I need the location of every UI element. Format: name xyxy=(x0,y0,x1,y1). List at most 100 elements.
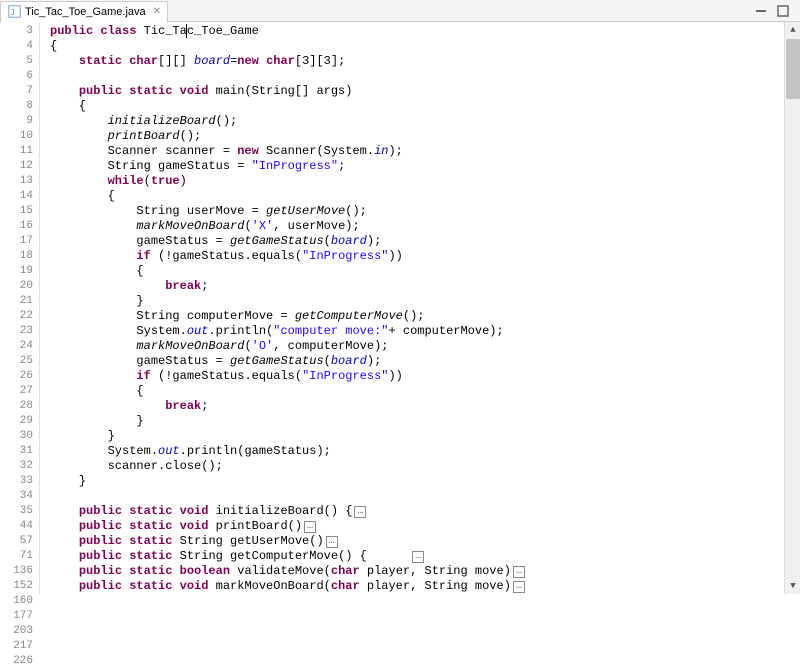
code-line[interactable]: gameStatus = getGameStatus(board); xyxy=(50,354,784,369)
line-number[interactable]: 18 xyxy=(0,249,33,264)
code-line[interactable]: { xyxy=(50,189,784,204)
line-number[interactable]: 10 xyxy=(0,129,33,144)
line-number[interactable]: 160 xyxy=(0,594,33,609)
code-line[interactable]: { xyxy=(50,384,784,399)
fold-indicator[interactable]: … xyxy=(354,506,366,518)
line-number[interactable]: 136 xyxy=(0,564,33,579)
scroll-up-arrow[interactable]: ▲ xyxy=(785,22,800,38)
code-editor[interactable]: public class Tic_Tac_Toe_Game{ static ch… xyxy=(40,22,784,594)
line-number[interactable]: 5 xyxy=(0,54,33,69)
line-number[interactable]: 13 xyxy=(0,174,33,189)
close-tab-icon[interactable]: ✕ xyxy=(153,6,161,17)
line-number[interactable]: 11 xyxy=(0,144,33,159)
line-number[interactable]: 177 xyxy=(0,609,33,624)
line-number[interactable]: 4 xyxy=(0,39,33,54)
code-line[interactable]: String computerMove = getComputerMove(); xyxy=(50,309,784,324)
code-line[interactable]: } xyxy=(50,294,784,309)
code-line[interactable]: while(true) xyxy=(50,174,784,189)
line-number[interactable]: 29 xyxy=(0,414,33,429)
code-line[interactable]: initializeBoard(); xyxy=(50,114,784,129)
code-line[interactable] xyxy=(50,489,784,504)
code-line[interactable]: String userMove = getUserMove(); xyxy=(50,204,784,219)
line-number[interactable]: 26 xyxy=(0,369,33,384)
code-line[interactable]: public static void printBoard()… xyxy=(50,519,784,534)
line-number[interactable]: 217 xyxy=(0,639,33,654)
line-number[interactable]: 23 xyxy=(0,324,33,339)
code-line[interactable]: markMoveOnBoard('X', userMove); xyxy=(50,219,784,234)
line-number[interactable]: 21 xyxy=(0,294,33,309)
code-line[interactable]: static char[][] board=new char[3][3]; xyxy=(50,54,784,69)
line-number[interactable]: 25 xyxy=(0,354,33,369)
line-number[interactable]: 19 xyxy=(0,264,33,279)
line-number[interactable]: 8 xyxy=(0,99,33,114)
code-line[interactable]: scanner.close(); xyxy=(50,459,784,474)
code-line[interactable]: gameStatus = getGameStatus(board); xyxy=(50,234,784,249)
line-number[interactable]: 15 xyxy=(0,204,33,219)
line-number[interactable]: 12 xyxy=(0,159,33,174)
code-line[interactable]: public class Tic_Tac_Toe_Game xyxy=(50,24,784,39)
fold-indicator[interactable]: … xyxy=(513,566,525,578)
code-line[interactable]: } xyxy=(50,429,784,444)
line-number[interactable]: 44 xyxy=(0,519,33,534)
scroll-thumb[interactable] xyxy=(786,39,800,99)
code-line[interactable]: public static void initializeBoard() {… xyxy=(50,504,784,519)
line-number[interactable]: 31 xyxy=(0,444,33,459)
line-number[interactable]: 6 xyxy=(0,69,33,84)
code-line[interactable]: if (!gameStatus.equals("InProgress")) xyxy=(50,369,784,384)
code-line[interactable]: { xyxy=(50,39,784,54)
editor-area[interactable]: 3456789101112131415161718192021222324252… xyxy=(0,22,800,594)
scroll-down-arrow[interactable]: ▼ xyxy=(785,578,800,594)
line-number[interactable]: 34 xyxy=(0,489,33,504)
line-number[interactable]: 24 xyxy=(0,339,33,354)
line-number[interactable]: 152 xyxy=(0,579,33,594)
code-line[interactable]: System.out.println("computer move:"+ com… xyxy=(50,324,784,339)
code-line[interactable]: } xyxy=(50,474,784,489)
code-line[interactable]: public static String getUserMove()… xyxy=(50,534,784,549)
code-line[interactable]: public static void markMoveOnBoard(char … xyxy=(50,579,784,594)
code-line[interactable]: if (!gameStatus.equals("InProgress")) xyxy=(50,249,784,264)
line-number-gutter[interactable]: 3456789101112131415161718192021222324252… xyxy=(0,22,40,594)
line-number[interactable]: 33 xyxy=(0,474,33,489)
line-number[interactable]: 57 xyxy=(0,534,33,549)
maximize-button[interactable] xyxy=(776,4,790,18)
line-number[interactable]: 17 xyxy=(0,234,33,249)
code-line[interactable]: { xyxy=(50,99,784,114)
code-line[interactable]: String gameStatus = "InProgress"; xyxy=(50,159,784,174)
code-line[interactable]: markMoveOnBoard('O', computerMove); xyxy=(50,339,784,354)
code-line[interactable]: } xyxy=(50,414,784,429)
editor-tab[interactable]: J Tic_Tac_Toe_Game.java ✕ xyxy=(0,1,168,23)
line-number[interactable]: 32 xyxy=(0,459,33,474)
line-number[interactable]: 14 xyxy=(0,189,33,204)
code-line[interactable]: public static String getComputerMove() {… xyxy=(50,549,784,564)
code-line[interactable] xyxy=(50,69,784,84)
line-number[interactable]: 71 xyxy=(0,549,33,564)
code-line[interactable]: break; xyxy=(50,399,784,414)
line-number[interactable]: 22 xyxy=(0,309,33,324)
code-line[interactable]: { xyxy=(50,264,784,279)
java-file-icon: J xyxy=(7,5,21,19)
line-number[interactable]: 9 xyxy=(0,114,33,129)
line-number[interactable]: 16 xyxy=(0,219,33,234)
fold-indicator[interactable]: … xyxy=(513,581,525,593)
line-number[interactable]: 203 xyxy=(0,624,33,639)
fold-indicator[interactable]: … xyxy=(326,536,338,548)
vertical-scrollbar[interactable]: ▲ ▼ xyxy=(784,22,800,594)
code-line[interactable]: Scanner scanner = new Scanner(System.in)… xyxy=(50,144,784,159)
fold-indicator[interactable]: … xyxy=(412,551,424,563)
tab-bar: J Tic_Tac_Toe_Game.java ✕ xyxy=(0,0,800,22)
code-line[interactable]: break; xyxy=(50,279,784,294)
line-number[interactable]: 27 xyxy=(0,384,33,399)
line-number[interactable]: 20 xyxy=(0,279,33,294)
line-number[interactable]: 7 xyxy=(0,84,33,99)
minimize-button[interactable] xyxy=(754,4,768,18)
line-number[interactable]: 35 xyxy=(0,504,33,519)
line-number[interactable]: 226 xyxy=(0,654,33,669)
line-number[interactable]: 28 xyxy=(0,399,33,414)
code-line[interactable]: printBoard(); xyxy=(50,129,784,144)
line-number[interactable]: 30 xyxy=(0,429,33,444)
code-line[interactable]: public static boolean validateMove(char … xyxy=(50,564,784,579)
fold-indicator[interactable]: … xyxy=(304,521,316,533)
code-line[interactable]: public static void main(String[] args) xyxy=(50,84,784,99)
line-number[interactable]: 3 xyxy=(0,24,33,39)
code-line[interactable]: System.out.println(gameStatus); xyxy=(50,444,784,459)
